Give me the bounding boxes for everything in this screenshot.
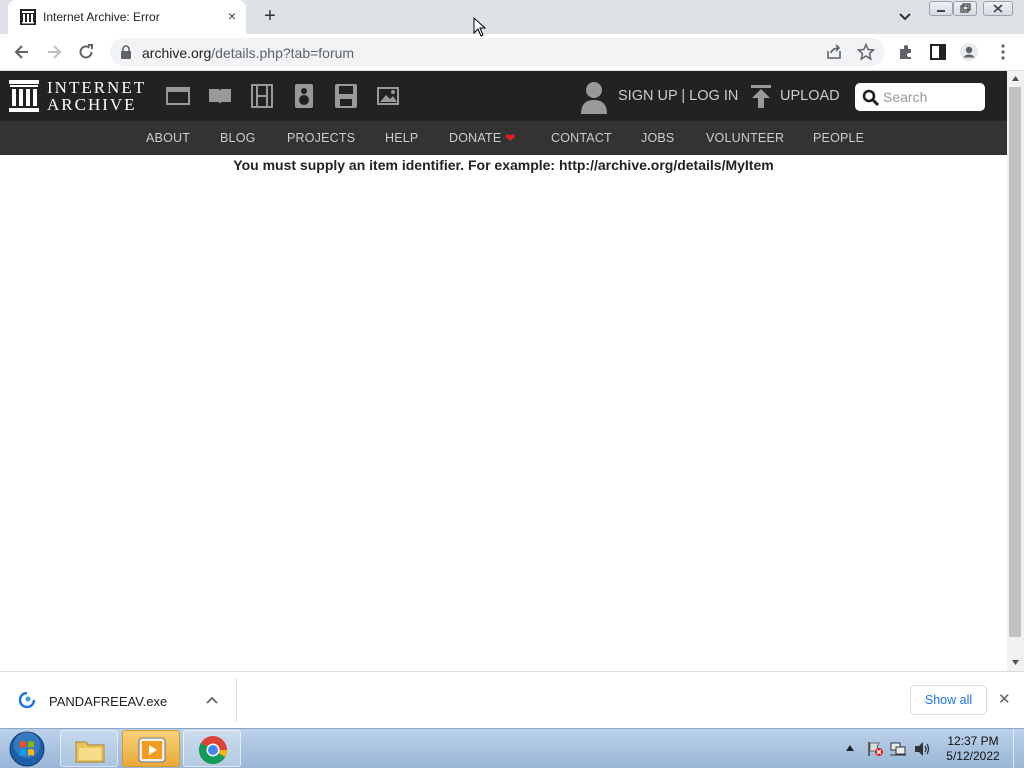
nav-contact[interactable]: CONTACT	[551, 131, 612, 145]
page-scrollbar[interactable]	[1007, 71, 1024, 671]
installer-file-icon	[19, 692, 35, 708]
scroll-up-arrow-icon[interactable]	[1011, 75, 1020, 82]
back-arrow-icon[interactable]	[12, 42, 32, 62]
tab-close-icon[interactable]: ×	[224, 8, 240, 24]
share-icon[interactable]	[824, 42, 844, 62]
nav-about[interactable]: ABOUT	[146, 131, 190, 145]
user-avatar-icon[interactable]	[579, 80, 609, 114]
bookmark-star-icon[interactable]	[856, 42, 876, 62]
profile-avatar-icon[interactable]	[959, 42, 979, 62]
upload-arrow-icon[interactable]	[750, 85, 772, 109]
volume-icon[interactable]	[913, 741, 931, 757]
nav-donate-label: DONATE	[449, 131, 502, 145]
nav-volunteer[interactable]: VOLUNTEER	[706, 131, 784, 145]
tab-search-chevron-icon[interactable]	[895, 8, 915, 26]
heart-icon: ❤	[505, 131, 516, 145]
extensions-puzzle-icon[interactable]	[896, 42, 916, 62]
tab-title: Internet Archive: Error	[43, 10, 160, 24]
web-icon[interactable]	[165, 84, 191, 108]
start-orb-icon[interactable]	[6, 729, 48, 769]
clock-time: 12:37 PM	[947, 734, 999, 748]
scrollbar-thumb[interactable]	[1009, 87, 1021, 637]
reload-icon[interactable]	[76, 42, 96, 62]
software-icon[interactable]	[333, 84, 359, 108]
restore-window-button[interactable]	[953, 1, 977, 16]
network-icon[interactable]	[889, 741, 907, 757]
windows-taskbar: 12:37 PM 5/12/2022	[0, 728, 1024, 769]
signup-login-link[interactable]: SIGN UP | LOG IN	[618, 88, 738, 104]
side-panel-icon[interactable]	[928, 42, 948, 62]
scroll-down-arrow-icon[interactable]	[1011, 659, 1020, 666]
nav-people[interactable]: PEOPLE	[813, 131, 864, 145]
address-bar[interactable]: archive.org/details.php?tab=forum	[110, 38, 885, 66]
nav-projects[interactable]: PROJECTS	[287, 131, 355, 145]
close-window-button[interactable]	[983, 1, 1013, 16]
audio-icon[interactable]	[291, 84, 317, 108]
lock-icon[interactable]	[120, 45, 132, 59]
site-header: INTERNET ARCHIVE SIGN UP | LOG IN UPLOAD…	[0, 71, 1007, 121]
site-nav: ABOUT BLOG PROJECTS HELP DONATE ❤ CONTAC…	[0, 121, 1007, 155]
tray-expand-chevron-icon[interactable]	[845, 744, 855, 752]
clock-date: 5/12/2022	[946, 749, 1000, 763]
images-icon[interactable]	[375, 84, 401, 108]
error-message: You must supply an item identifier. For …	[233, 157, 774, 173]
browser-toolbar: archive.org/details.php?tab=forum	[0, 34, 1024, 71]
download-item-name[interactable]: PANDAFREEAV.exe	[49, 694, 167, 709]
nav-help[interactable]: HELP	[385, 131, 418, 145]
chevron-up-icon[interactable]	[205, 695, 219, 705]
site-search-box[interactable]	[855, 83, 985, 111]
show-all-downloads-button[interactable]: Show all	[910, 685, 987, 715]
close-download-bar-icon[interactable]: ✕	[998, 690, 1011, 708]
minimize-window-button[interactable]	[929, 1, 953, 16]
nav-blog[interactable]: BLOG	[220, 131, 256, 145]
url-path: /details.php?tab=forum	[211, 45, 355, 61]
taskbar-chrome-button[interactable]	[183, 730, 241, 767]
taskbar-explorer-button[interactable]	[60, 730, 118, 767]
media-player-icon	[138, 737, 166, 763]
nav-donate[interactable]: DONATE ❤	[449, 131, 515, 145]
texts-icon[interactable]	[207, 84, 233, 108]
action-center-flag-icon[interactable]	[866, 741, 884, 757]
site-logo-text[interactable]: INTERNET ARCHIVE	[47, 79, 146, 113]
search-icon[interactable]	[862, 89, 880, 107]
download-bar: PANDAFREEAV.exe Show all ✕	[0, 671, 1024, 728]
url-host: archive.org	[142, 45, 212, 61]
forward-arrow-icon[interactable]	[44, 42, 64, 62]
taskbar-clock[interactable]: 12:37 PM 5/12/2022	[940, 734, 1006, 764]
internet-archive-favicon-icon	[20, 9, 36, 25]
tab-strip: Internet Archive: Error × +	[0, 0, 1024, 34]
mouse-cursor-icon	[473, 17, 487, 37]
search-input[interactable]	[883, 87, 979, 107]
taskbar-media-player-button[interactable]	[122, 730, 180, 767]
upload-link[interactable]: UPLOAD	[780, 88, 840, 104]
nav-jobs[interactable]: JOBS	[641, 131, 674, 145]
browser-tab[interactable]: Internet Archive: Error ×	[8, 0, 246, 34]
internet-archive-logo-icon[interactable]	[9, 80, 39, 112]
video-icon[interactable]	[249, 84, 275, 108]
logo-line-1: INTERNET	[47, 78, 147, 97]
show-desktop-button[interactable]	[1013, 729, 1024, 769]
download-divider	[236, 678, 237, 722]
folder-icon	[75, 741, 105, 763]
url-text[interactable]: archive.org/details.php?tab=forum	[142, 45, 354, 61]
new-tab-button[interactable]: +	[258, 5, 282, 29]
logo-line-2: ARCHIVE	[47, 95, 137, 114]
chrome-icon	[199, 736, 227, 764]
menu-kebab-icon[interactable]	[993, 42, 1013, 62]
